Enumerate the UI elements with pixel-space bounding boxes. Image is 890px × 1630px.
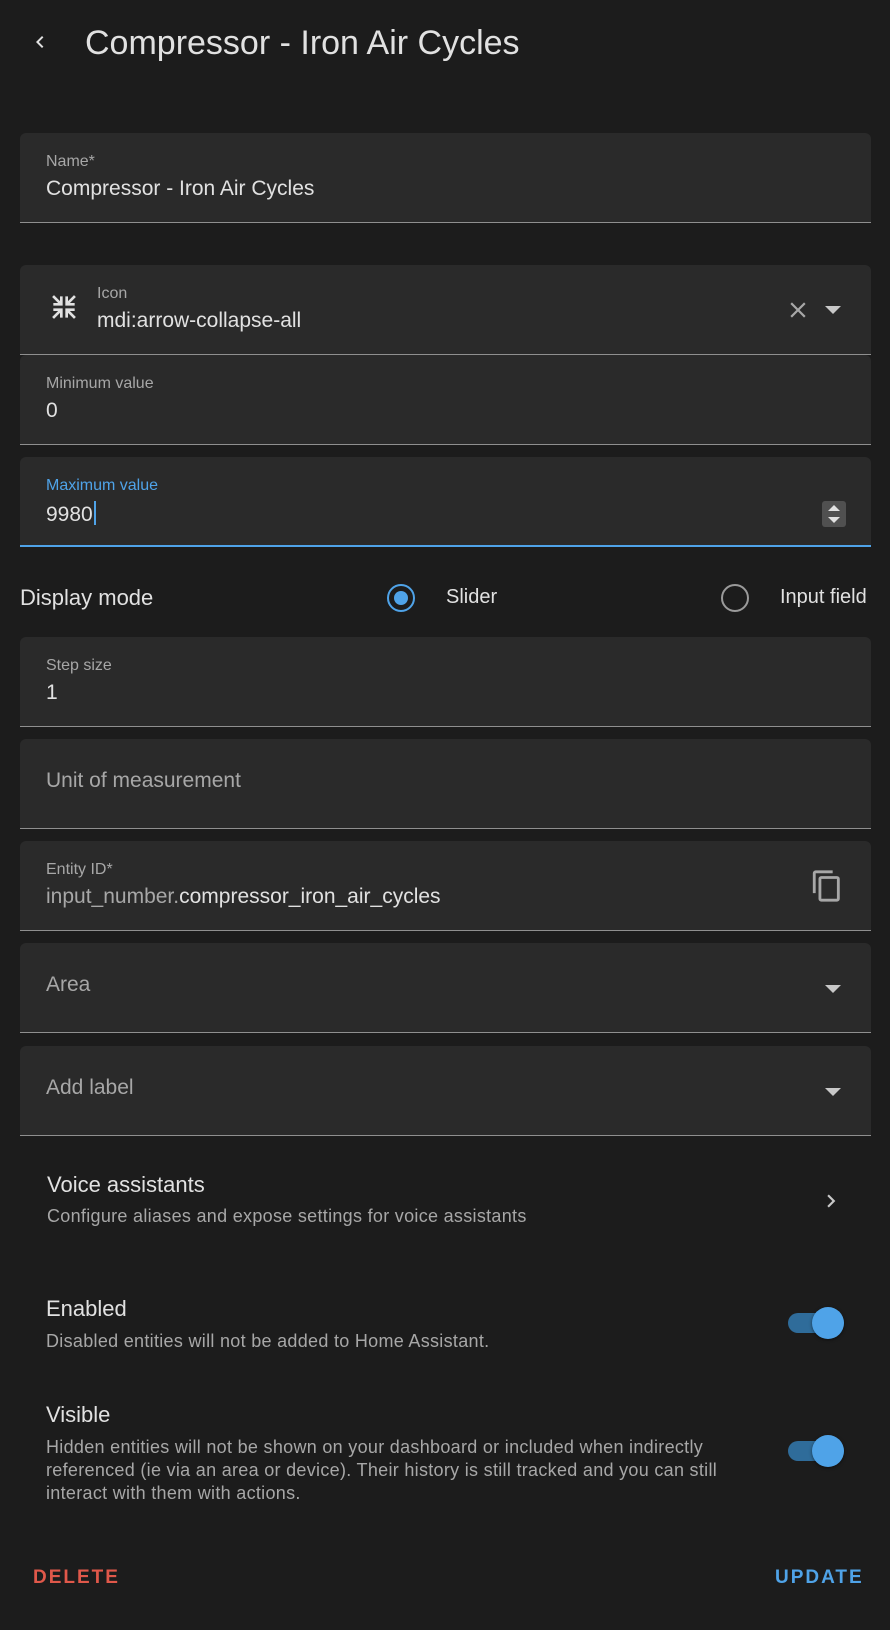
chevron-right-icon bbox=[818, 1188, 844, 1219]
clear-icon[interactable] bbox=[785, 297, 811, 328]
display-mode-label: Display mode bbox=[20, 585, 154, 610]
maximum-value-label: Maximum value bbox=[46, 477, 159, 494]
back-button[interactable] bbox=[20, 22, 60, 62]
area-dropdown-arrow-icon[interactable] bbox=[825, 985, 841, 993]
display-mode-input-field-label[interactable]: Input field bbox=[780, 586, 867, 609]
entity-id-field[interactable]: Entity ID* input_number.compressor_iron_… bbox=[20, 841, 871, 931]
entity-id-prefix: input_number. bbox=[46, 885, 180, 908]
entity-id-label: Entity ID* bbox=[46, 861, 113, 878]
display-mode-input-field-radio[interactable] bbox=[721, 584, 749, 612]
visible-subtitle: Hidden entities will not be shown on you… bbox=[46, 1437, 718, 1503]
name-field-label: Name* bbox=[46, 153, 95, 170]
update-button[interactable]: UPDATE bbox=[775, 1567, 864, 1589]
visible-toggle[interactable] bbox=[786, 1434, 846, 1468]
minimum-value-value: 0 bbox=[46, 399, 58, 422]
minimum-value-label: Minimum value bbox=[46, 375, 154, 392]
maximum-value-field[interactable]: Maximum value 9980 bbox=[20, 457, 871, 547]
enabled-subtitle: Disabled entities will not be added to H… bbox=[46, 1331, 490, 1351]
area-placeholder: Area bbox=[46, 973, 91, 996]
entity-id-input[interactable]: input_number.compressor_iron_air_cycles bbox=[46, 885, 441, 909]
delete-button[interactable]: DELETE bbox=[33, 1567, 120, 1589]
copy-icon[interactable] bbox=[810, 869, 844, 908]
minimum-value-field[interactable]: Minimum value 0 bbox=[20, 355, 871, 445]
voice-assistants-subtitle: Configure aliases and expose settings fo… bbox=[47, 1206, 527, 1226]
step-size-value: 1 bbox=[46, 681, 58, 704]
area-picker[interactable]: Area bbox=[20, 943, 871, 1033]
step-size-field[interactable]: Step size 1 bbox=[20, 637, 871, 727]
maximum-value-input[interactable]: 9980 bbox=[46, 501, 96, 527]
enabled-toggle-thumb bbox=[812, 1307, 844, 1339]
add-label-placeholder: Add label bbox=[46, 1076, 134, 1099]
unit-of-measurement-field[interactable]: Unit of measurement bbox=[20, 739, 871, 829]
number-spinner-icon[interactable] bbox=[822, 501, 846, 527]
display-mode-slider-label[interactable]: Slider bbox=[446, 586, 497, 609]
visible-toggle-thumb bbox=[812, 1435, 844, 1467]
page-title: Compressor - Iron Air Cycles bbox=[85, 24, 520, 62]
arrow-collapse-all-icon bbox=[48, 291, 80, 328]
display-mode-slider-radio[interactable] bbox=[387, 584, 415, 612]
chevron-left-icon bbox=[36, 36, 44, 48]
label-picker[interactable]: Add label bbox=[20, 1046, 871, 1136]
maximum-value-value: 9980 bbox=[46, 503, 93, 526]
icon-field-label: Icon bbox=[97, 285, 128, 302]
name-field[interactable]: Name* Compressor - Iron Air Cycles bbox=[20, 133, 871, 223]
voice-assistants-row[interactable]: Voice assistants Configure aliases and e… bbox=[20, 1160, 871, 1240]
label-dropdown-arrow-icon[interactable] bbox=[825, 1088, 841, 1096]
enabled-title: Enabled bbox=[46, 1296, 127, 1321]
text-caret bbox=[93, 501, 96, 525]
entity-id-value: compressor_iron_air_cycles bbox=[179, 885, 441, 908]
name-field-value: Compressor - Iron Air Cycles bbox=[46, 177, 315, 200]
icon-picker[interactable]: Icon mdi:arrow-collapse-all bbox=[20, 265, 871, 355]
visible-title: Visible bbox=[46, 1402, 111, 1427]
dropdown-arrow-icon[interactable] bbox=[825, 306, 841, 314]
voice-assistants-title: Voice assistants bbox=[47, 1172, 205, 1197]
step-size-label: Step size bbox=[46, 657, 112, 674]
enabled-toggle[interactable] bbox=[786, 1306, 846, 1340]
unit-of-measurement-placeholder: Unit of measurement bbox=[46, 769, 241, 792]
icon-field-value: mdi:arrow-collapse-all bbox=[97, 309, 302, 332]
top-bar: Compressor - Iron Air Cycles bbox=[0, 0, 890, 88]
